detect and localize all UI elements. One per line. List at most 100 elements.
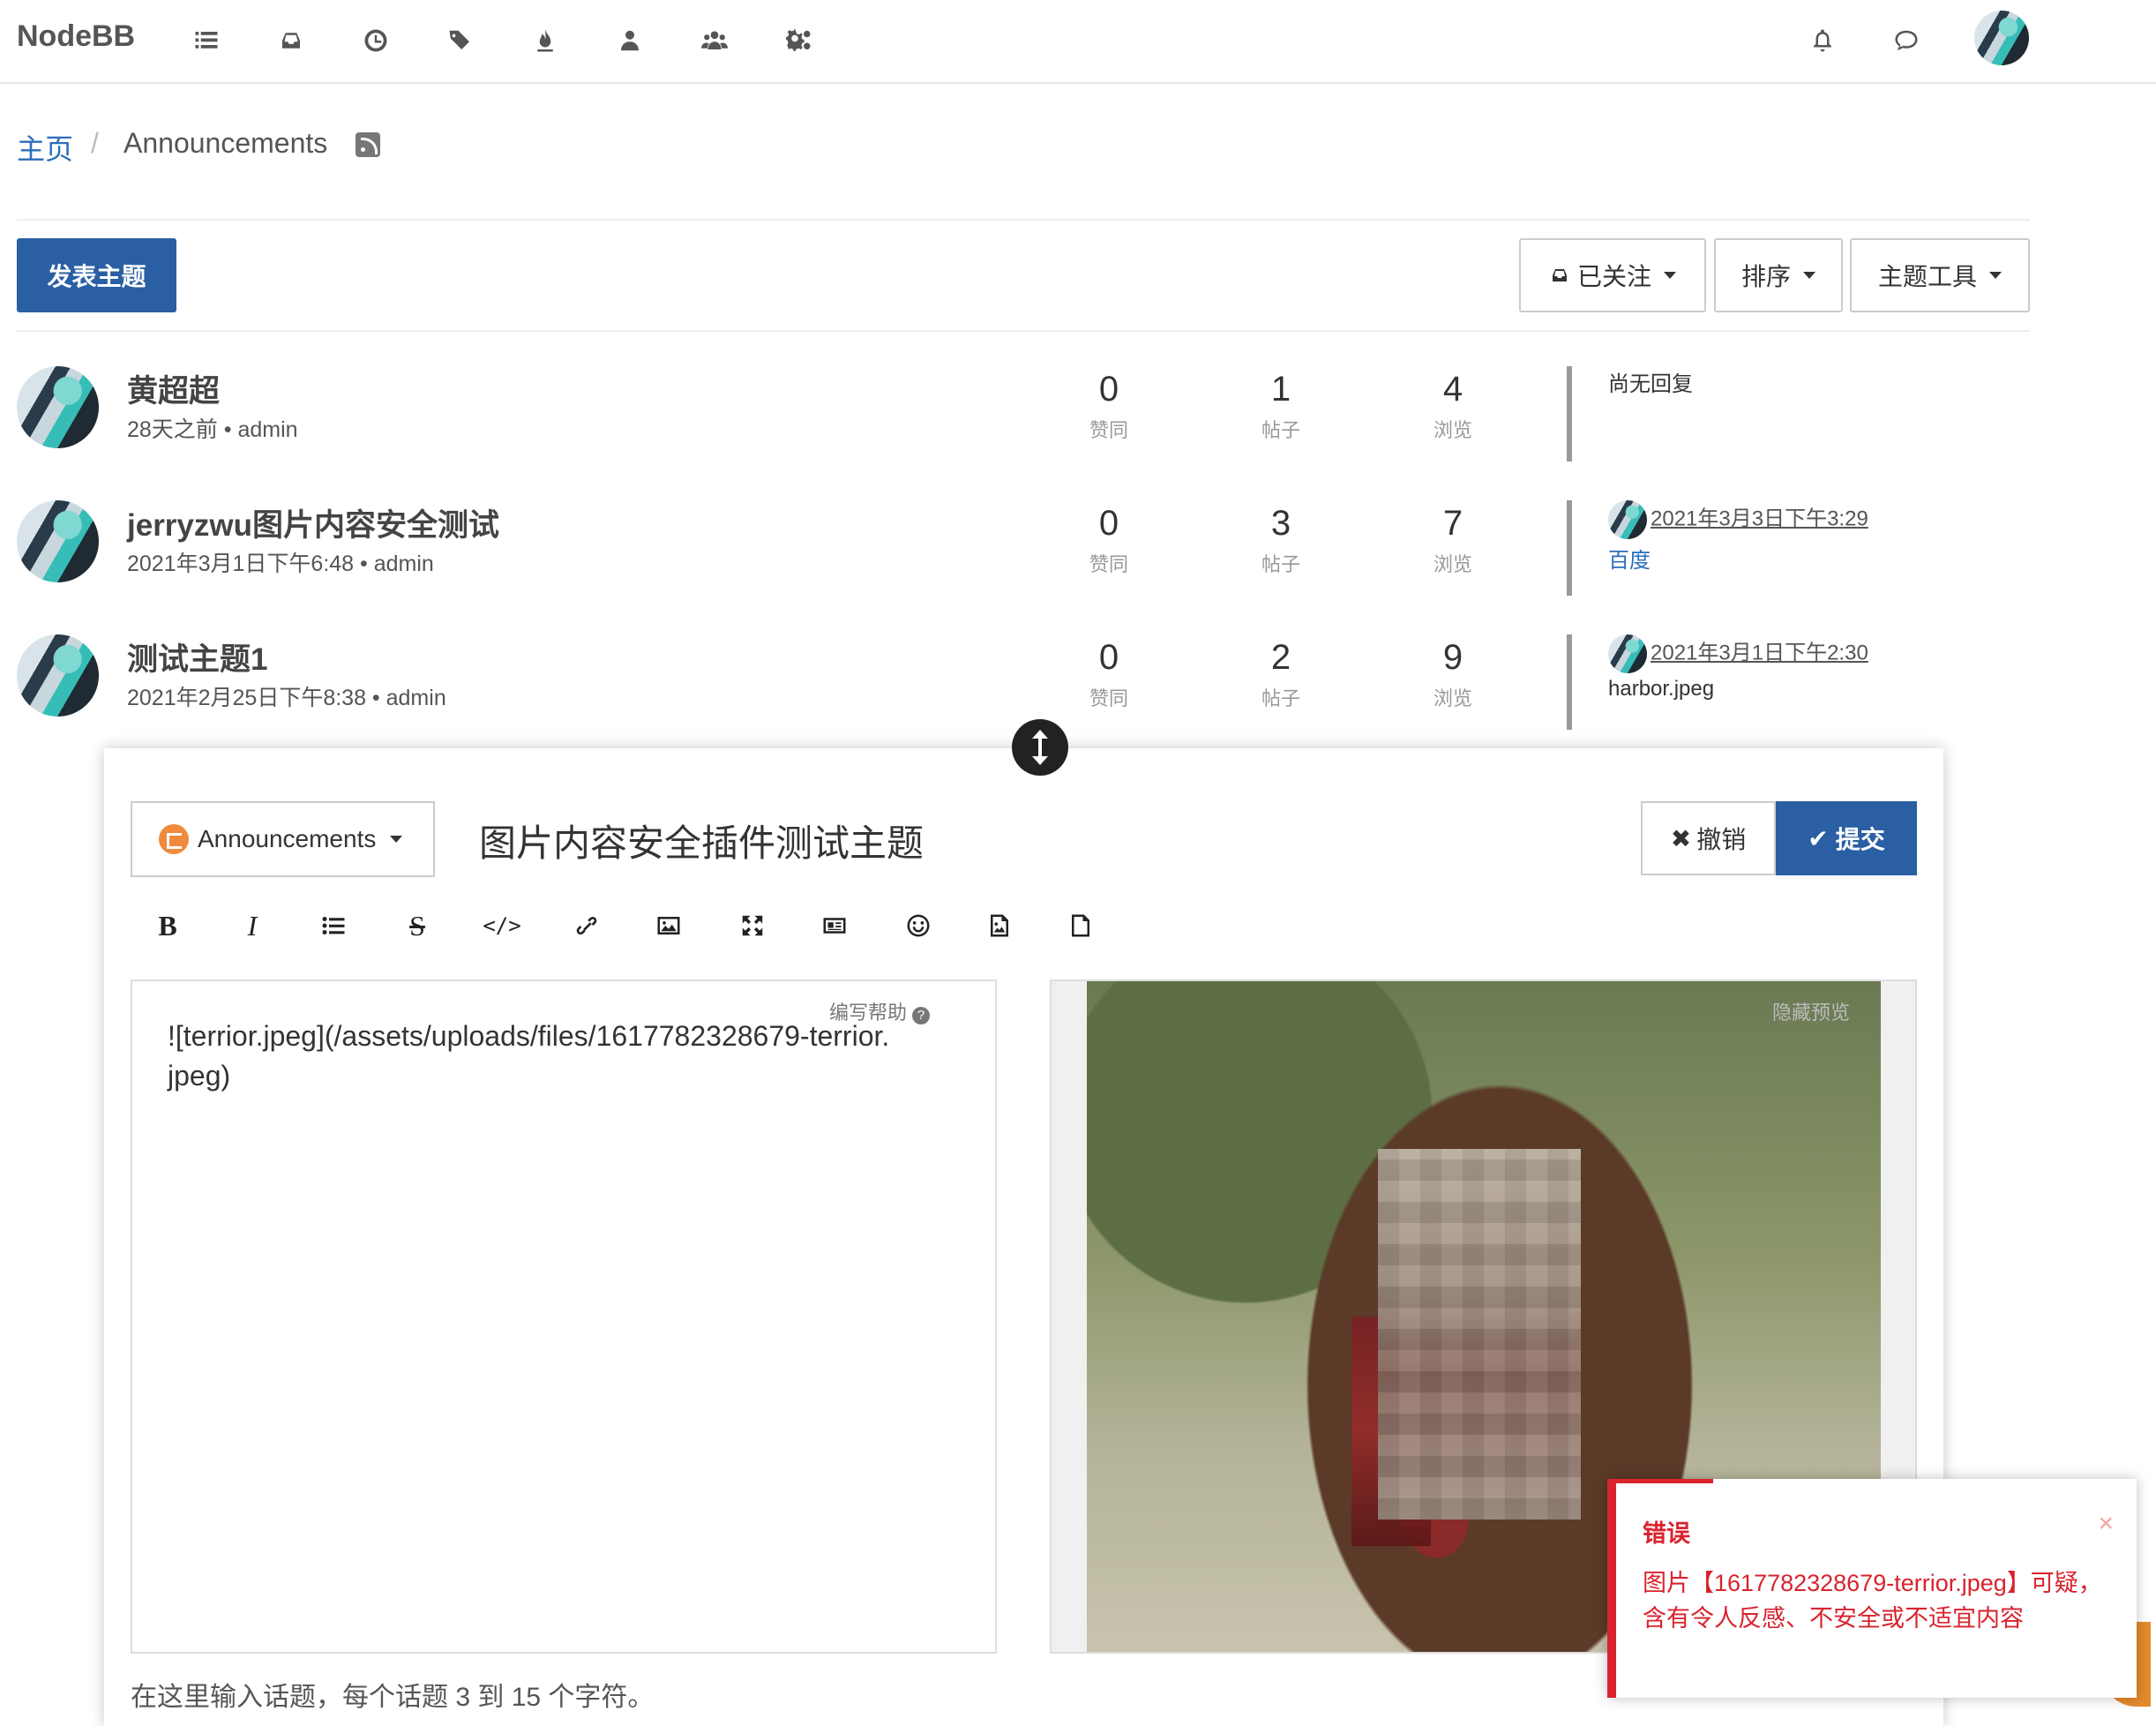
caret-down-icon: [1664, 272, 1676, 279]
topic-title[interactable]: 测试主题1: [127, 634, 267, 679]
upload-image-icon[interactable]: [977, 904, 1022, 948]
avatar[interactable]: [17, 366, 99, 448]
submit-button[interactable]: ✔ 提交: [1776, 801, 1917, 875]
toast-title: 错误: [1643, 1520, 1690, 1547]
picture-icon[interactable]: [647, 904, 691, 948]
users-icon[interactable]: [614, 25, 646, 56]
topic-meta: 2021年2月25日下午8:38 • admin: [127, 686, 446, 710]
caret-down-icon: [1803, 272, 1815, 279]
avatar[interactable]: [1608, 500, 1647, 539]
topic-row[interactable]: jerryzwu图片内容安全测试 2021年3月1日下午6:48 • admin…: [0, 500, 2156, 624]
title-input[interactable]: 图片内容安全插件测试主题: [479, 814, 924, 867]
avatar[interactable]: [1608, 634, 1647, 673]
code-icon[interactable]: </>: [480, 904, 524, 948]
card-icon[interactable]: [812, 904, 857, 948]
discard-label: 撤销: [1696, 826, 1747, 853]
votes-count: 0: [1098, 504, 1119, 543]
posts-label: 帖子: [1261, 553, 1300, 575]
breadcrumb-current: Announcements: [124, 127, 328, 159]
fullscreen-icon[interactable]: [730, 904, 775, 948]
pixelated-region: [1378, 1149, 1581, 1520]
unread-icon: [1552, 269, 1567, 281]
upload-file-icon[interactable]: [1059, 904, 1103, 948]
bold-icon[interactable]: B: [146, 904, 190, 948]
category-bar: [1567, 500, 1572, 596]
watching-label: 已关注: [1576, 263, 1651, 290]
last-reply-time[interactable]: 2021年3月1日下午2:30: [1651, 641, 1868, 664]
topic-tools-dropdown[interactable]: 主题工具: [1850, 238, 2030, 312]
breadcrumb-home[interactable]: 主页: [17, 127, 73, 168]
categories-icon[interactable]: [191, 25, 222, 56]
views-count: 7: [1442, 504, 1464, 543]
emoji-icon[interactable]: [896, 904, 940, 948]
topic-title[interactable]: 黄超超: [127, 366, 220, 411]
views-label: 浏览: [1433, 553, 1472, 575]
votes-stat: 0 赞同: [1056, 370, 1162, 443]
last-reply-text[interactable]: 百度: [1608, 543, 1868, 574]
posts-stat: 3 帖子: [1228, 504, 1334, 577]
views-stat: 7 浏览: [1400, 504, 1506, 577]
topic-row[interactable]: 测试主题1 2021年2月25日下午8:38 • admin 0 赞同 2 帖子 9…: [0, 634, 2156, 758]
question-icon: ?: [912, 1007, 931, 1024]
posts-count: 1: [1270, 370, 1291, 409]
votes-count: 0: [1098, 638, 1119, 677]
avatar[interactable]: [17, 634, 99, 717]
topic-meta: 2021年3月1日下午6:48 • admin: [127, 552, 434, 576]
italic-icon[interactable]: I: [230, 904, 274, 948]
editor-textarea[interactable]: 编写帮助? ![terrior.jpeg](/assets/uploads/fi…: [131, 979, 997, 1654]
votes-label: 赞同: [1089, 687, 1128, 709]
toast-progress-bar: [1616, 1479, 1713, 1483]
last-reply-text: 尚无回复: [1608, 372, 1693, 396]
topic-row[interactable]: 黄超超 28天之前 • admin 0 赞同 1 帖子 4 浏览 尚无回复: [0, 366, 2156, 490]
chats-icon[interactable]: [1890, 25, 1922, 56]
watching-dropdown[interactable]: 已关注: [1519, 238, 1706, 312]
list-icon[interactable]: [311, 904, 356, 948]
category-bar: [1567, 634, 1572, 730]
views-label: 浏览: [1433, 419, 1472, 441]
hide-preview-link[interactable]: 隐藏预览: [1772, 997, 1850, 1025]
submit-label: 提交: [1835, 826, 1885, 853]
user-avatar[interactable]: [1974, 11, 2029, 65]
category-selector[interactable]: Announcements: [131, 801, 435, 877]
popular-icon[interactable]: [529, 25, 561, 56]
rss-icon[interactable]: [356, 132, 380, 157]
resize-arrow-icon: [1032, 756, 1048, 765]
announcement-icon: [159, 824, 189, 854]
sort-label: 排序: [1741, 263, 1791, 290]
editor-content: ![terrior.jpeg](/assets/uploads/files/16…: [168, 1020, 890, 1092]
views-stat: 9 浏览: [1400, 638, 1506, 711]
votes-label: 赞同: [1089, 553, 1128, 575]
strikethrough-icon[interactable]: S: [395, 904, 439, 948]
topic-title[interactable]: jerryzwu图片内容安全测试: [127, 500, 499, 545]
topic-meta: 28天之前 • admin: [127, 417, 298, 442]
votes-label: 赞同: [1089, 419, 1128, 441]
resize-handle[interactable]: [1012, 719, 1068, 776]
views-label: 浏览: [1433, 687, 1472, 709]
close-icon: ✖: [1670, 824, 1692, 852]
posts-label: 帖子: [1261, 687, 1300, 709]
groups-icon[interactable]: [699, 25, 730, 56]
posts-stat: 1 帖子: [1228, 370, 1334, 443]
link-icon[interactable]: [565, 904, 609, 948]
unread-icon[interactable]: [275, 25, 307, 56]
sort-dropdown[interactable]: 排序: [1714, 238, 1843, 312]
last-reply-time[interactable]: 2021年3月3日下午3:29: [1651, 507, 1868, 530]
posts-stat: 2 帖子: [1228, 638, 1334, 711]
avatar[interactable]: [17, 500, 99, 582]
discard-button[interactable]: ✖ 撤销: [1641, 801, 1776, 875]
toast-message: 图片【1617782328679-terrior.jpeg】可疑，含有令人反感、…: [1643, 1570, 2102, 1632]
views-count: 9: [1442, 638, 1464, 677]
notifications-icon[interactable]: [1807, 25, 1838, 56]
votes-stat: 0 赞同: [1056, 504, 1162, 577]
admin-icon[interactable]: [783, 25, 815, 56]
tags-input[interactable]: 在这里输入话题，每个话题 3 到 15 个字符。: [131, 1675, 654, 1714]
tags-icon[interactable]: [445, 25, 476, 56]
posts-count: 3: [1270, 504, 1291, 543]
new-topic-button[interactable]: 发表主题: [17, 238, 176, 312]
brand-logo[interactable]: NodeBB: [17, 19, 135, 54]
last-reply: 2021年3月1日下午2:30 harbor.jpeg: [1608, 634, 1868, 702]
views-count: 4: [1442, 370, 1464, 409]
recent-icon[interactable]: [360, 25, 392, 56]
close-icon[interactable]: ×: [2098, 1509, 2114, 1539]
top-navbar: NodeBB: [0, 0, 2156, 84]
